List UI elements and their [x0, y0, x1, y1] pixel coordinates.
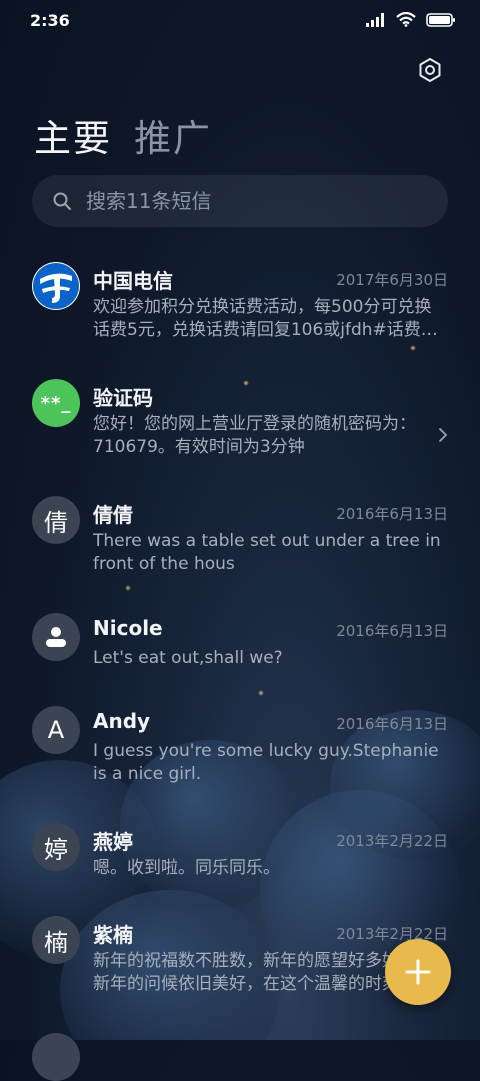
- conversation-item[interactable]: Nicole 2016年6月13日 Let's eat out,shall we…: [0, 597, 480, 690]
- conversation-item[interactable]: 婷 燕婷 2013年2月22日 嗯。收到啦。同乐同乐。: [0, 807, 480, 900]
- message-preview: There was a table set out under a tree i…: [93, 531, 441, 574]
- avatar: [32, 262, 80, 310]
- contact-name: 紫楠: [93, 923, 133, 947]
- contact-name: Andy: [93, 709, 151, 733]
- contact-name: 中国电信: [93, 269, 173, 293]
- status-bar: 2:36: [0, 0, 480, 40]
- search-icon: [53, 192, 71, 210]
- message-date: 2016年6月13日: [336, 622, 448, 640]
- message-date: 2017年6月30日: [336, 271, 448, 289]
- conversation-item[interactable]: A Andy 2016年6月13日 I guess you're some lu…: [0, 690, 480, 807]
- avatar: [32, 1033, 80, 1081]
- conversation-item[interactable]: [0, 1017, 480, 1081]
- avatar: **_: [32, 379, 80, 427]
- new-message-button[interactable]: [385, 939, 451, 1005]
- avatar: 倩: [32, 496, 80, 544]
- china-telecom-logo-icon: [33, 263, 79, 309]
- conversation-item[interactable]: 倩 倩倩 2016年6月13日 There was a table set ou…: [0, 480, 480, 597]
- wifi-icon: [396, 12, 416, 27]
- signal-icon: [366, 12, 384, 27]
- plus-icon: [405, 959, 431, 985]
- conversation-item[interactable]: 中国电信 2017年6月30日 欢迎参加积分兑换话费活动，每500分可兑换话费5…: [0, 246, 480, 363]
- message-preview: 您好！您的网上营业厅登录的随机密码为：710679。有效时间为3分钟: [93, 414, 416, 457]
- avatar: [32, 613, 80, 661]
- contact-name: 倩倩: [93, 503, 133, 527]
- status-time: 2:36: [30, 11, 70, 30]
- message-preview: 嗯。收到啦。同乐同乐。: [93, 858, 280, 878]
- conversation-item[interactable]: **_ 验证码 您好！您的网上营业厅登录的随机密码为：710679。有效时间为3…: [0, 363, 480, 480]
- avatar: 楠: [32, 916, 80, 964]
- message-date: 2013年2月22日: [336, 832, 448, 850]
- avatar: 婷: [32, 823, 80, 871]
- message-preview: I guess you're some lucky guy.Stephanie …: [93, 741, 439, 784]
- message-date: 2016年6月13日: [336, 715, 448, 733]
- message-preview: 欢迎参加积分兑换话费活动，每500分可兑换话费5元，兑换话费请回复106或jfd…: [93, 297, 438, 340]
- message-date: 2016年6月13日: [336, 505, 448, 523]
- contact-name: Nicole: [93, 616, 163, 640]
- person-icon: [46, 627, 66, 647]
- chevron-right-icon[interactable]: [438, 427, 448, 443]
- tab-promotions[interactable]: 推广: [134, 108, 212, 162]
- battery-icon: [426, 12, 455, 27]
- tab-bar: 主要 推广: [34, 108, 212, 162]
- tab-primary[interactable]: 主要: [34, 108, 112, 162]
- avatar: A: [32, 706, 80, 754]
- gear-icon[interactable]: [416, 56, 444, 84]
- contact-name: 燕婷: [93, 830, 133, 854]
- message-preview: Let's eat out,shall we?: [93, 648, 283, 668]
- search-bar[interactable]: [32, 175, 448, 227]
- contact-name: 验证码: [93, 386, 153, 410]
- search-input[interactable]: [84, 188, 408, 214]
